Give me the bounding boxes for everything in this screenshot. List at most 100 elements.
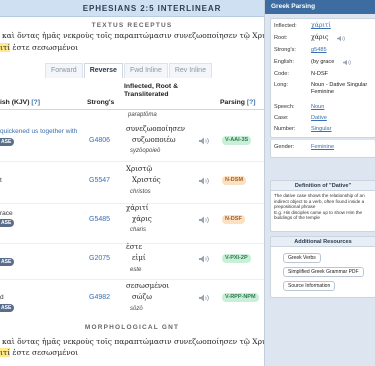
inflected-word: Χριστῷ: [126, 165, 153, 173]
speaker-icon[interactable]: [199, 216, 209, 224]
strongs-link[interactable]: G5547: [89, 177, 110, 184]
number-value[interactable]: Singular: [311, 126, 332, 132]
parsing-badge[interactable]: N-DSM: [222, 176, 247, 185]
parsing-badge[interactable]: V-RPP-NPM: [222, 293, 259, 302]
parsing-badge[interactable]: V-AAI-3S: [222, 136, 252, 145]
inflected-word: χάριτί: [126, 204, 149, 212]
english-gloss[interactable]: d: [0, 294, 4, 301]
page-header: EPHESIANS 2:5 INTERLINEAR: [0, 0, 264, 17]
morph-verse-line-2: ιτί ἐστε σεσωσμένοι: [0, 348, 78, 358]
speech-label: Speech:: [274, 104, 295, 110]
inflected-word: συνεζωοποίησεν: [126, 125, 186, 133]
speaker-icon[interactable]: [199, 294, 209, 302]
morph-highlighted-word[interactable]: ιτί: [0, 348, 11, 357]
root-word: εἰμί: [132, 254, 146, 262]
greek-verse-line-1: καὶ ὄντας ἡμᾶς νεκροὺς τοῖς παραπτώμασιν…: [2, 31, 264, 40]
strongs-value[interactable]: g5485: [311, 47, 327, 53]
transliteration: este: [130, 267, 142, 273]
root-word: Χριστός: [132, 176, 161, 184]
definition-text: The dative case shows the relationship o…: [274, 193, 365, 210]
transliteration: christos: [130, 189, 151, 195]
english-gloss[interactable]: t: [0, 177, 2, 184]
speaker-icon[interactable]: [199, 177, 209, 185]
speaker-icon[interactable]: [343, 59, 351, 66]
parsing-help-link[interactable]: [?]: [247, 99, 256, 106]
gender-value[interactable]: Feminine: [311, 144, 334, 150]
speaker-icon[interactable]: [199, 137, 209, 145]
code-value: N-DSF: [311, 71, 329, 77]
pos-pill: ASE: [0, 138, 14, 146]
page-title: EPHESIANS 2:5 INTERLINEAR: [82, 4, 222, 13]
code-label: Code:: [274, 71, 289, 77]
morph-verse-line-1: καὶ ὄντας ἡμᾶς νεκροὺς τοῖς παραπτώμασιν…: [2, 337, 264, 346]
inflected-label: Inflected:: [274, 23, 297, 29]
inflected-word: σεσωσμένοι: [126, 282, 170, 290]
root-value: χάρις: [311, 34, 329, 41]
speech-value[interactable]: Noun: [311, 104, 324, 110]
header-kjv-label: ish (KJV): [0, 99, 30, 106]
table-row: d ASE G4982 σεσωσμένοι σώζω sōzō V-RPP-N…: [0, 280, 264, 320]
inflected-word: ἐστε: [126, 243, 143, 251]
transliteration: sōzō: [130, 306, 143, 312]
parsing-badge[interactable]: N-DSF: [222, 215, 245, 224]
parsing-details-card: Inflected: χάριτί Root: χάρις Strong's: …: [270, 18, 375, 138]
side-panel-title: Greek Parsing: [265, 0, 375, 14]
pos-pill: ASE: [0, 219, 14, 227]
speaker-icon[interactable]: [199, 255, 209, 263]
case-label: Case:: [274, 115, 289, 121]
kjv-help-link[interactable]: [?]: [31, 99, 40, 106]
header-kjv: ish (KJV) [?]: [0, 99, 40, 107]
gender-card: Gender: Feminine: [270, 140, 375, 158]
strongs-link[interactable]: G2075: [89, 255, 110, 262]
prev-translit: paraptōma: [128, 112, 157, 118]
table-row: t G5547 Χριστῷ Χριστός christos N-DSM: [0, 162, 264, 204]
textus-receptus-label: TEXTUS RECEPTUS: [91, 22, 173, 29]
pos-pill: ASE: [0, 258, 14, 266]
transliteration: charis: [130, 227, 147, 233]
header-inflected: Inflected, Root & Transliterated: [124, 83, 178, 98]
definition-body: The dative case shows the relationship o…: [271, 191, 375, 223]
case-value[interactable]: Dative: [311, 115, 327, 121]
gender-label: Gender:: [274, 144, 295, 150]
english-gloss[interactable]: quickened us together with: [0, 128, 77, 135]
root-word: χάρις: [132, 215, 152, 223]
root-label: Root:: [274, 35, 288, 41]
resources-title: Additional Resources: [271, 237, 375, 247]
greek-verse-line-2: ιτί ἐστε σεσωσμένοι: [0, 43, 264, 53]
long-label: Long:: [274, 82, 288, 88]
tab-forward[interactable]: Forward: [45, 63, 83, 78]
root-word: σώζω: [132, 293, 152, 301]
tab-fwd-inline[interactable]: Fwd Inline: [123, 63, 168, 78]
view-tabs: Forward Reverse Fwd Inline Rev Inline: [45, 63, 213, 78]
morphological-label: MORPHOLOGICAL GNT: [84, 324, 180, 331]
table-row: race ASE G5485 χάριτί χάρις charis N-DSF: [0, 204, 264, 244]
strongs-link[interactable]: G5485: [89, 216, 110, 223]
highlighted-word[interactable]: ιτί: [0, 43, 11, 52]
source-info-button[interactable]: Source Information: [283, 281, 336, 291]
grammar-pdf-button[interactable]: Simplified Greek Grammar PDF: [283, 267, 364, 277]
english-gloss[interactable]: race: [0, 210, 13, 217]
inflected-value[interactable]: χάριτί: [311, 22, 331, 29]
table-row: quickened us together with ASE G4806 συν…: [0, 122, 264, 162]
definition-title: Definition of "Dative": [271, 181, 375, 191]
parsing-badge[interactable]: V-PXI-2P: [222, 254, 251, 263]
greek-verse-rest: ἐστε σεσωσμένοι: [10, 43, 79, 52]
header-strongs: Strong's: [87, 99, 115, 106]
morph-verse-rest: ἐστε σεσωσμένοι: [10, 348, 79, 357]
definition-example: E.g. His disciples came up to show Him t…: [274, 209, 363, 221]
greek-parsing-panel: Greek Parsing Inflected: χάριτί Root: χά…: [264, 0, 375, 366]
english-value: (by grace: [311, 59, 335, 65]
table-row: ASE G2075 ἐστε εἰμί este V-PXI-2P: [0, 243, 264, 280]
greek-verbs-button[interactable]: Greek Verbs: [283, 253, 321, 263]
header-parsing-label: Parsing: [220, 99, 245, 106]
definition-card: Definition of "Dative" The dative case s…: [270, 180, 375, 232]
tab-reverse[interactable]: Reverse: [83, 63, 123, 78]
strongs-link[interactable]: G4806: [89, 137, 110, 144]
long-value: Noun - Dative Singular Feminine: [311, 82, 368, 95]
tab-rev-inline[interactable]: Rev Inline: [168, 63, 212, 78]
interlinear-panel: EPHESIANS 2:5 INTERLINEAR TEXTUS RECEPTU…: [0, 0, 264, 366]
strongs-label: Strong's:: [274, 47, 296, 53]
speaker-icon[interactable]: [337, 35, 345, 42]
strongs-link[interactable]: G4982: [89, 294, 110, 301]
header-parsing: Parsing [?]: [220, 99, 256, 107]
